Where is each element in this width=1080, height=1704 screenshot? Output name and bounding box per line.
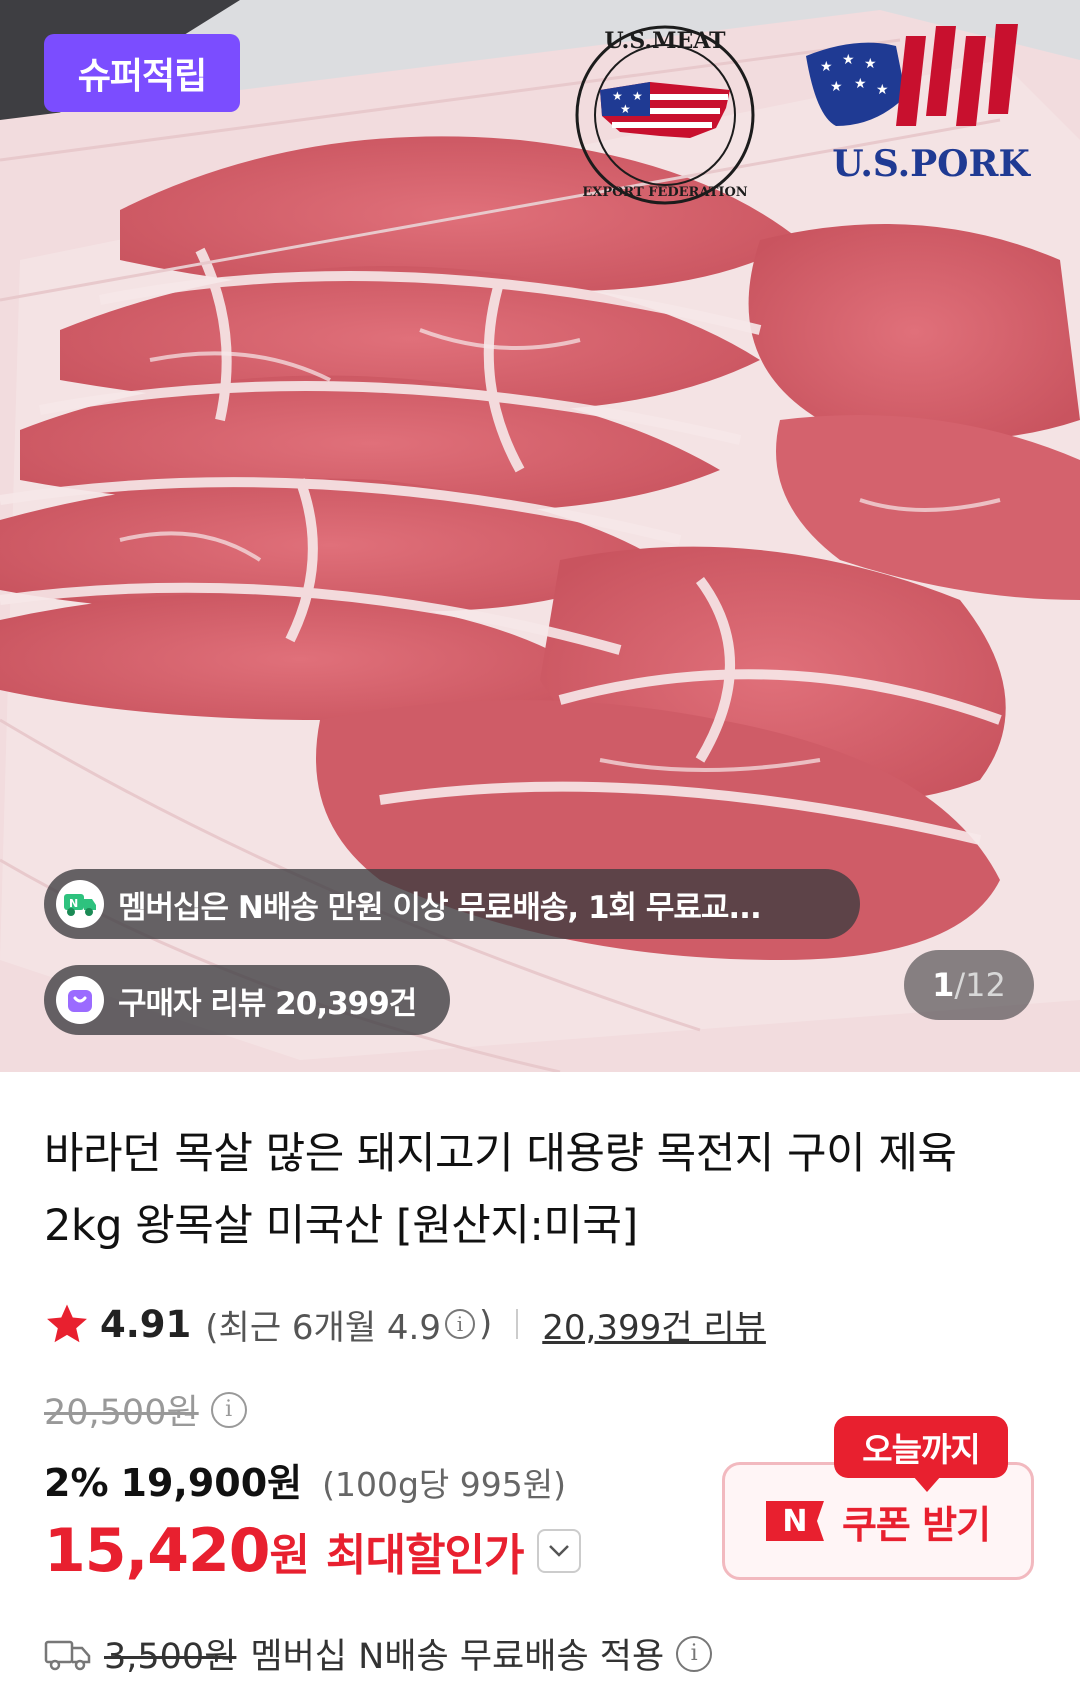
sale-price-row: 2% 19,900원 (100g당 995원) (44, 1452, 566, 1507)
super-reward-badge: 슈퍼적립 (44, 34, 240, 112)
divider (516, 1309, 519, 1339)
discount-rate: 2% (44, 1461, 109, 1505)
membership-shipping-banner[interactable]: N 멤버십은 N배송 만원 이상 무료배송, 1회 무료교... (44, 869, 860, 939)
image-counter-separator: / (954, 966, 966, 1004)
recent-rating-close: ) (479, 1304, 493, 1344)
image-counter: 1/12 (904, 950, 1034, 1020)
image-counter-total: 12 (965, 966, 1006, 1004)
svg-text:★: ★ (612, 89, 623, 103)
coupon-button[interactable]: N 쿠폰 받기 (722, 1462, 1034, 1580)
product-image[interactable]: 슈퍼적립 ★ ★ ★ U.S.MEAT EXPORT FEDERATION ★ ★ ★… (0, 0, 1080, 1072)
naver-n-icon: N (765, 1501, 824, 1541)
usmef-logo: ★ ★ ★ U.S.MEAT EXPORT FEDERATION (575, 25, 755, 205)
info-icon[interactable]: i (445, 1309, 475, 1339)
star-icon (47, 1304, 87, 1343)
best-price-currency: 원 (269, 1530, 311, 1581)
best-price-amount: 15,420 (44, 1516, 271, 1586)
today-only-tag: 오늘까지 (834, 1416, 1008, 1492)
shipping-text: 멤버십 N배송 무료배송 적용 (250, 1637, 665, 1677)
svg-text:★: ★ (620, 102, 631, 116)
svg-text:★: ★ (842, 52, 855, 68)
svg-text:★: ★ (632, 89, 643, 103)
usmef-logo-bottom-text: EXPORT FEDERATION (582, 185, 747, 200)
recent-rating: (최근 6개월 4.9 (205, 1307, 441, 1348)
shipping-fee: 3,500원 (104, 1637, 237, 1677)
sale-price: 19,900원 (120, 1461, 303, 1505)
chevron-down-icon (549, 1545, 570, 1557)
best-price-row: 15,420 원 최대할인가 (44, 1516, 582, 1586)
rating-row: 4.91 (최근 6개월 4.9 i ) 20,399건 리뷰 (44, 1296, 766, 1352)
rating-value: 4.91 (100, 1302, 192, 1346)
uspork-logo: ★ ★ ★ ★ ★ ★ U.S.PORK (806, 24, 1031, 185)
image-counter-current: 1 (932, 966, 955, 1004)
best-price-label: 최대할인가 (326, 1530, 524, 1581)
delivery-truck-icon: N (56, 880, 104, 928)
product-title: 바라던 목살 많은 돼지고기 대용량 목전지 구이 제육 2kg 왕목살 미국산… (44, 1129, 957, 1251)
svg-text:★: ★ (876, 82, 889, 98)
uspork-logo-text: U.S.PORK (832, 143, 1031, 185)
original-price-row: 20,500원 i (44, 1384, 251, 1435)
best-price-expand-button[interactable] (537, 1529, 582, 1573)
svg-text:★: ★ (864, 56, 877, 72)
shipping-info-icon[interactable]: i (676, 1635, 713, 1672)
original-price: 20,500원 (44, 1393, 199, 1433)
truck-icon (44, 1640, 91, 1670)
shipping-row: 3,500원 멤버십 N배송 무료배송 적용 i (44, 1628, 716, 1679)
svg-text:★: ★ (820, 59, 833, 75)
membership-shipping-text: 멤버십은 N배송 만원 이상 무료배송, 1회 무료교... (118, 889, 762, 926)
price-info-icon[interactable]: i (210, 1391, 247, 1428)
usmef-logo-top-text: U.S.MEAT (605, 28, 727, 54)
svg-text:★: ★ (830, 79, 843, 95)
svg-text:N: N (69, 897, 78, 910)
svg-text:★: ★ (854, 76, 867, 92)
review-count-link[interactable]: 20,399건 리뷰 (542, 1300, 766, 1349)
shopping-bag-icon (56, 976, 104, 1024)
buyer-review-text: 구매자 리뷰 20,399건 (118, 985, 417, 1022)
coupon-button-label: 쿠폰 받기 (841, 1502, 991, 1547)
unit-price: (100g당 995원) (322, 1465, 567, 1504)
buyer-review-banner[interactable]: 구매자 리뷰 20,399건 (44, 965, 450, 1035)
